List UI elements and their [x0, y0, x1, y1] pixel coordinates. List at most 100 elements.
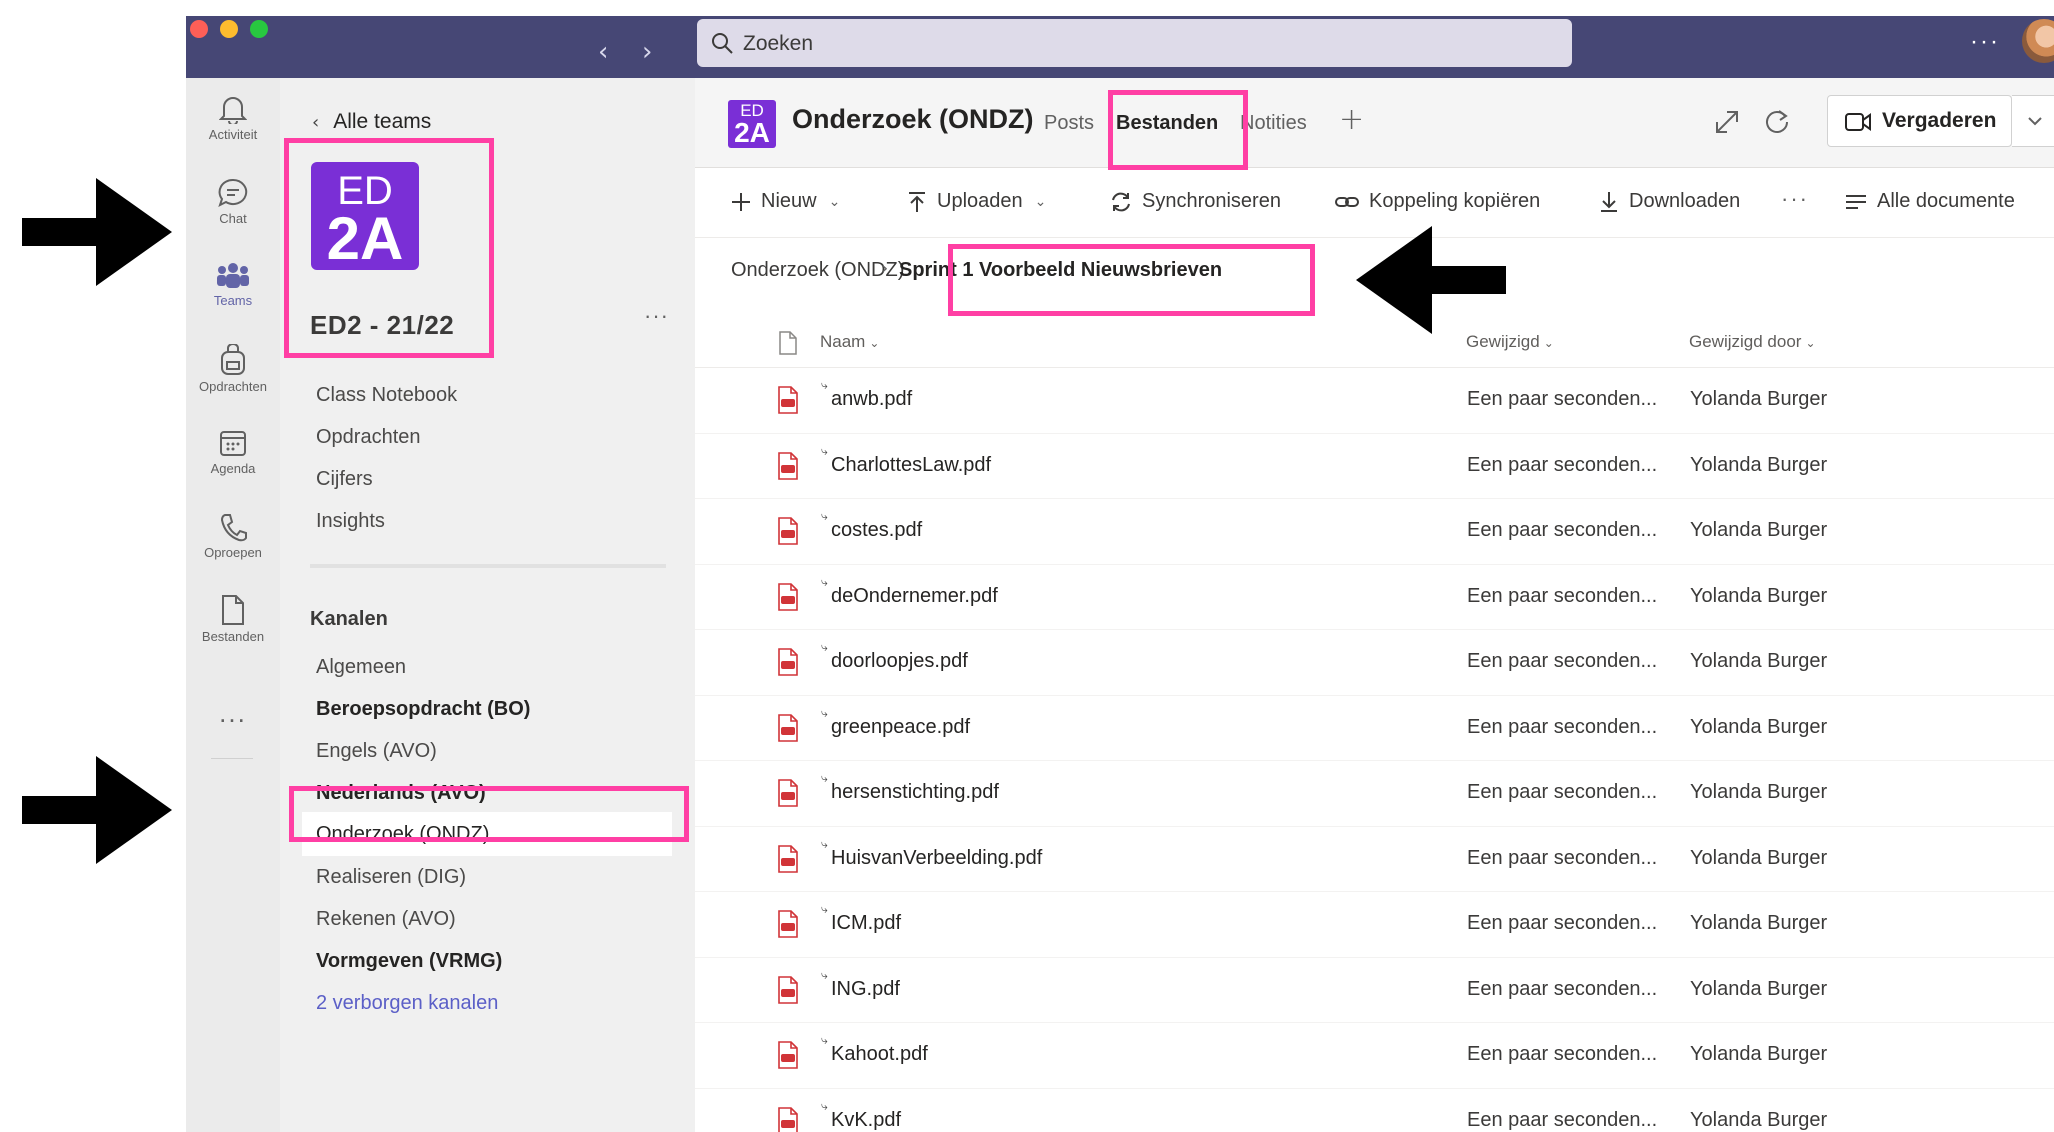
- more-options-icon[interactable]: ···: [1970, 28, 2000, 56]
- column-header-modified-by[interactable]: Gewijzigd door ⌄: [1689, 332, 1816, 352]
- zoom-window-button[interactable]: [250, 20, 268, 38]
- file-name[interactable]: greenpeace.pdf: [831, 716, 970, 739]
- team-link-insights[interactable]: Insights: [316, 510, 385, 533]
- forward-arrow-icon[interactable]: ›: [642, 39, 652, 65]
- minimize-window-button[interactable]: [220, 20, 238, 38]
- all-teams-link[interactable]: ‹ Alle teams: [312, 110, 431, 134]
- bell-icon: [219, 97, 247, 124]
- sync-status-icon: ⤷: [821, 836, 828, 851]
- toolbar-more-icon[interactable]: ···: [1781, 186, 1809, 212]
- sync-button[interactable]: Synchroniseren: [1110, 190, 1281, 213]
- team-more-options-icon[interactable]: ···: [644, 303, 669, 329]
- channel-realiseren[interactable]: Realiseren (DIG): [316, 866, 466, 889]
- file-name[interactable]: ICM.pdf: [831, 912, 901, 935]
- sync-status-icon: ⤷: [821, 771, 828, 785]
- team-link-class-notebook[interactable]: Class Notebook: [316, 384, 457, 407]
- pdf-file-icon: [778, 910, 798, 938]
- chevron-down-icon: ⌄: [1034, 193, 1047, 210]
- table-row[interactable]: ⤷ deOndernemer.pdf Een paar seconden... …: [695, 565, 2054, 630]
- file-name[interactable]: HuisvanVerbeelding.pdf: [831, 847, 1042, 870]
- file-modified: Een paar seconden...: [1467, 584, 1658, 607]
- breadcrumb-parent[interactable]: Onderzoek (ONDZ): [731, 259, 904, 282]
- file-modified: Een paar seconden...: [1467, 388, 1658, 410]
- add-tab-icon[interactable]: +: [1339, 102, 1364, 137]
- new-button[interactable]: Nieuw ⌄: [731, 190, 840, 213]
- table-row[interactable]: ⤷ costes.pdf Een paar seconden... Yoland…: [695, 499, 2054, 565]
- channel-engels[interactable]: Engels (AVO): [316, 740, 437, 763]
- table-row[interactable]: ⤷ HuisvanVerbeelding.pdf Een paar second…: [695, 827, 2054, 892]
- meet-button[interactable]: Vergaderen: [1827, 95, 2012, 147]
- table-row[interactable]: ⤷ KvK.pdf Een paar seconden... Yolanda B…: [695, 1089, 2054, 1132]
- file-name[interactable]: anwb.pdf: [831, 388, 912, 411]
- column-header-name[interactable]: Naam ⌄: [820, 332, 879, 352]
- all-teams-label: Alle teams: [333, 110, 432, 133]
- backpack-icon: [221, 344, 245, 375]
- sync-status-icon: ⤷: [821, 443, 828, 458]
- refresh-icon[interactable]: [1763, 108, 1791, 136]
- table-row[interactable]: ⤷ Kahoot.pdf Een paar seconden... Yoland…: [695, 1023, 2054, 1089]
- table-row[interactable]: ⤷ greenpeace.pdf Een paar seconden... Yo…: [695, 696, 2054, 761]
- more-apps-icon[interactable]: ...: [186, 698, 280, 729]
- team-link-opdrachten[interactable]: Opdrachten: [316, 426, 421, 449]
- table-row[interactable]: ⤷ CharlottesLaw.pdf Een paar seconden...…: [695, 434, 2054, 499]
- upload-button[interactable]: Uploaden ⌄: [907, 190, 1046, 213]
- table-row[interactable]: ⤷ ICM.pdf Een paar seconden... Yolanda B…: [695, 892, 2054, 958]
- table-row[interactable]: ⤷ doorloopjes.pdf Een paar seconden... Y…: [695, 630, 2054, 696]
- sync-status-icon: ⤷: [821, 1033, 828, 1047]
- channels-heading: Kanalen: [310, 608, 388, 630]
- rail-item-teams[interactable]: Teams: [186, 262, 280, 322]
- search-input[interactable]: Zoeken: [697, 19, 1572, 67]
- file-name[interactable]: hersenstichting.pdf: [831, 781, 999, 804]
- rail-item-chat[interactable]: Chat: [186, 178, 280, 238]
- hidden-channels-link[interactable]: 2 verborgen kanalen: [316, 992, 498, 1015]
- file-name[interactable]: costes.pdf: [831, 519, 922, 542]
- rail-item-bestanden[interactable]: Bestanden: [186, 594, 280, 654]
- file-name[interactable]: CharlottesLaw.pdf: [831, 454, 991, 477]
- chevron-down-icon: ⌄: [869, 336, 880, 350]
- tab-posts[interactable]: Posts: [1044, 112, 1094, 135]
- rail-item-oproepen[interactable]: Oproepen: [186, 512, 280, 572]
- file-list: ⤷ anwb.pdf Een paar seconden... Yolanda …: [695, 368, 2054, 1132]
- rail-item-opdrachten[interactable]: Opdrachten: [186, 344, 280, 404]
- file-modified: Een paar seconden...: [1467, 453, 1658, 476]
- avatar[interactable]: [2022, 19, 2054, 63]
- expand-icon[interactable]: [1713, 108, 1741, 136]
- file-icon: [222, 595, 244, 625]
- team-link-cijfers[interactable]: Cijfers: [316, 468, 373, 491]
- file-name[interactable]: KvK.pdf: [831, 1109, 901, 1132]
- sync-status-icon: ⤷: [821, 705, 828, 720]
- table-row[interactable]: ⤷ ING.pdf Een paar seconden... Yolanda B…: [695, 958, 2054, 1023]
- table-row[interactable]: ⤷ anwb.pdf Een paar seconden... Yolanda …: [695, 368, 2054, 434]
- back-arrow-icon[interactable]: ‹: [598, 39, 608, 65]
- channel-algemeen[interactable]: Algemeen: [316, 656, 406, 679]
- pdf-file-icon: [778, 517, 798, 545]
- file-name[interactable]: doorloopjes.pdf: [831, 650, 968, 673]
- all-documents-view[interactable]: Alle documente: [1845, 190, 2015, 213]
- file-modified-by: Yolanda Burger: [1690, 781, 1828, 803]
- copy-link-button[interactable]: Koppeling kopiëren: [1335, 190, 1540, 213]
- download-button[interactable]: Downloaden: [1599, 190, 1740, 213]
- channel-vormgeven[interactable]: Vormgeven (VRMG): [316, 950, 502, 973]
- channel-rekenen[interactable]: Rekenen (AVO): [316, 908, 456, 931]
- annotation-arrow-channel: [22, 756, 172, 864]
- column-header-modified-by-label: Gewijzigd door: [1689, 332, 1802, 351]
- copy-link-button-label: Koppeling kopiëren: [1369, 190, 1541, 212]
- close-window-button[interactable]: [190, 20, 208, 38]
- channel-beroepsopdracht[interactable]: Beroepsopdracht (BO): [316, 698, 530, 721]
- rail-item-activiteit[interactable]: Activiteit: [186, 94, 280, 154]
- title-bar: ‹ › Zoeken ···: [186, 16, 2054, 78]
- tab-notities[interactable]: Notities: [1240, 112, 1307, 135]
- file-name[interactable]: ING.pdf: [831, 978, 900, 1001]
- file-modified: Een paar seconden...: [1467, 977, 1658, 1000]
- sync-status-icon: ⤷: [821, 902, 828, 916]
- rail-divider: [211, 758, 253, 759]
- rail-item-agenda[interactable]: Agenda: [186, 428, 280, 488]
- search-placeholder: Zoeken: [743, 32, 814, 55]
- meet-options-button[interactable]: [2012, 95, 2054, 147]
- table-row[interactable]: ⤷ hersenstichting.pdf Een paar seconden.…: [695, 761, 2054, 827]
- file-name[interactable]: Kahoot.pdf: [831, 1043, 928, 1066]
- file-type-icon: [779, 331, 797, 355]
- calendar-icon: [220, 431, 246, 456]
- column-header-modified[interactable]: Gewijzigd ⌄: [1466, 332, 1554, 352]
- file-name[interactable]: deOndernemer.pdf: [831, 585, 998, 608]
